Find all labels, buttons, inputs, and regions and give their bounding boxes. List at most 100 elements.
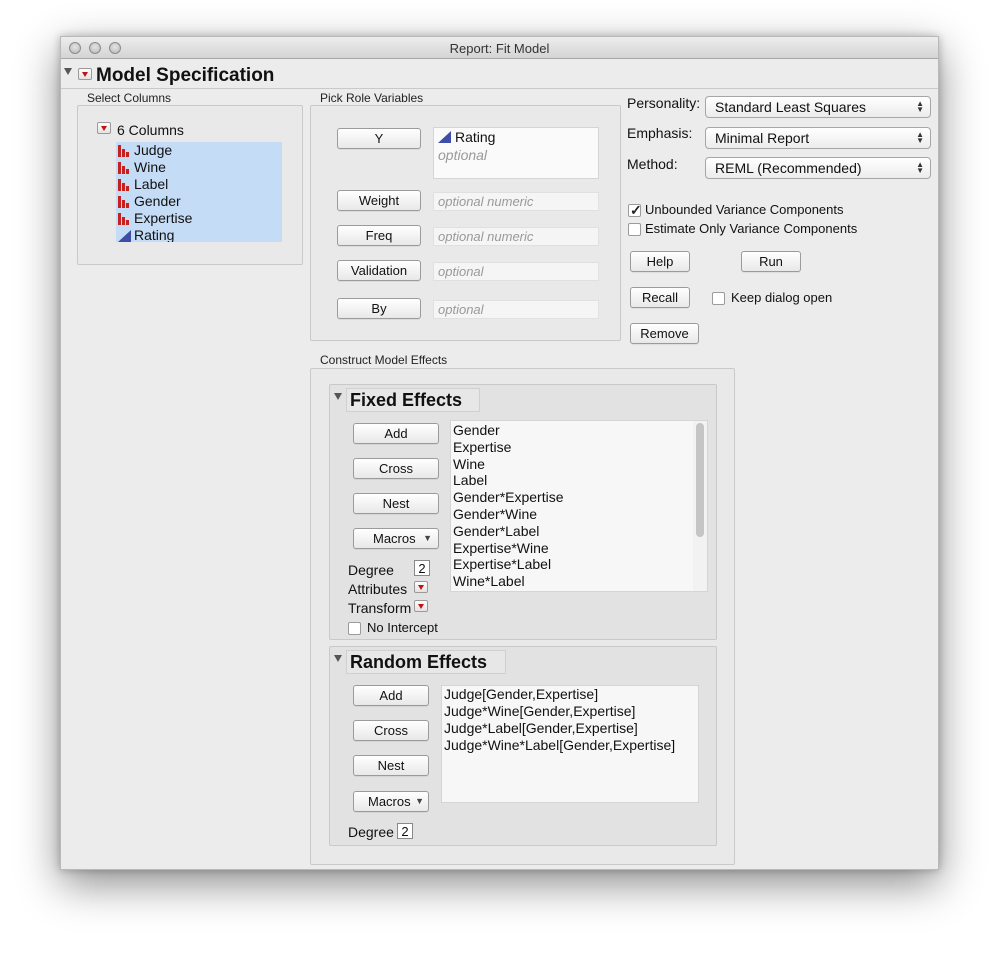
fixed-macros-button[interactable]: Macros ▼ [353, 528, 439, 549]
help-button[interactable]: Help [630, 251, 690, 272]
fixed-nest-button[interactable]: Nest [353, 493, 439, 514]
unbounded-variance-label: Unbounded Variance Components [645, 202, 844, 217]
column-item[interactable]: Expertise [116, 210, 282, 227]
effect-item[interactable]: Wine [453, 456, 691, 473]
recall-button[interactable]: Recall [630, 287, 690, 308]
effect-item[interactable]: Expertise*Wine [453, 540, 691, 557]
effect-item[interactable]: Expertise [453, 439, 691, 456]
validation-role-button[interactable]: Validation [337, 260, 421, 281]
construct-model-effects-label: Construct Model Effects [320, 353, 448, 367]
fixed-degree-field[interactable]: 2 [414, 560, 430, 576]
window-title: Report: Fit Model [449, 41, 550, 56]
random-effects-panel: Random Effects Add Cross Nest Macros ▼ D… [329, 646, 717, 846]
random-nest-button[interactable]: Nest [353, 755, 429, 776]
transform-red-triangle-icon[interactable] [414, 600, 428, 612]
column-item[interactable]: Judge [116, 142, 282, 159]
column-item[interactable]: Label [116, 176, 282, 193]
nominal-icon [118, 162, 131, 174]
unbounded-variance-checkbox[interactable]: ✓ [628, 202, 642, 218]
scrollbar-thumb[interactable] [696, 423, 704, 537]
pick-role-variables-label: Pick Role Variables [320, 91, 424, 105]
attributes-red-triangle-icon[interactable] [414, 581, 428, 593]
freq-role-field[interactable]: optional numeric [433, 227, 599, 246]
method-select[interactable]: REML (Recommended) ▲ ▼ [705, 157, 931, 179]
estimate-only-label: Estimate Only Variance Components [645, 221, 858, 236]
column-list[interactable]: Judge Wine Label Gender Expertise Rating [116, 142, 282, 242]
disclosure-triangle-icon[interactable] [64, 68, 72, 75]
updown-arrows-icon: ▲ ▼ [916, 130, 924, 145]
column-item[interactable]: Rating [116, 227, 282, 242]
dropdown-arrow-icon: ▼ [423, 533, 432, 543]
personality-select[interactable]: Standard Least Squares ▲ ▼ [705, 96, 931, 118]
y-role-list[interactable]: Rating optional [433, 127, 599, 179]
y-role-button[interactable]: Y [337, 128, 421, 149]
effect-item[interactable]: Judge[Gender,Expertise] [444, 686, 694, 703]
column-item[interactable]: Wine [116, 159, 282, 176]
nominal-icon [118, 196, 131, 208]
red-triangle-menu-icon[interactable] [78, 68, 92, 80]
fixed-macros-label: Macros [373, 531, 416, 546]
emphasis-select[interactable]: Minimal Report ▲ ▼ [705, 127, 931, 149]
by-role-field[interactable]: optional [433, 300, 599, 319]
title-bar: Report: Fit Model [61, 37, 938, 59]
column-name: Label [134, 176, 169, 192]
random-add-button[interactable]: Add [353, 685, 429, 706]
nominal-icon [118, 179, 131, 191]
no-intercept-label: No Intercept [367, 620, 438, 635]
disclosure-triangle-icon[interactable] [334, 393, 342, 400]
random-effects-list[interactable]: Judge[Gender,Expertise] Judge*Wine[Gender… [441, 685, 699, 803]
keep-dialog-open-label: Keep dialog open [731, 290, 833, 305]
column-name: Rating [134, 227, 175, 242]
effect-item[interactable]: Label [453, 472, 691, 489]
fixed-effects-scrollbar[interactable] [693, 421, 707, 591]
effect-item[interactable]: Judge*Label[Gender,Expertise] [444, 720, 694, 737]
fit-model-window: Report: Fit Model Model Specification Se… [60, 36, 939, 870]
updown-arrows-icon: ▲ ▼ [916, 99, 924, 114]
method-label: Method: [627, 156, 678, 172]
fixed-cross-button[interactable]: Cross [353, 458, 439, 479]
random-effects-items: Judge[Gender,Expertise] Judge*Wine[Gender… [444, 686, 694, 754]
keep-dialog-open-checkbox[interactable] [712, 292, 725, 305]
y-role-hint: optional [438, 147, 488, 163]
estimate-only-checkbox[interactable] [628, 223, 641, 236]
emphasis-value: Minimal Report [715, 130, 810, 146]
effect-item[interactable]: Expertise*Label [453, 556, 691, 573]
select-columns-label: Select Columns [87, 91, 172, 105]
dropdown-arrow-icon: ▼ [415, 796, 424, 806]
fixed-add-button[interactable]: Add [353, 423, 439, 444]
disclosure-triangle-icon[interactable] [334, 655, 342, 662]
column-item[interactable]: Gender [116, 193, 282, 210]
model-specification-title: Model Specification [96, 65, 275, 86]
weight-role-button[interactable]: Weight [337, 190, 421, 211]
weight-role-field[interactable]: optional numeric [433, 192, 599, 211]
method-value: REML (Recommended) [715, 160, 862, 176]
pick-role-panel: Y Rating optional Weight optional numeri… [310, 105, 621, 341]
effect-item[interactable]: Gender*Expertise [453, 489, 691, 506]
validation-role-field[interactable]: optional [433, 262, 599, 281]
attributes-label: Attributes [348, 581, 408, 597]
by-role-button[interactable]: By [337, 298, 421, 319]
no-intercept-checkbox[interactable] [348, 622, 361, 635]
effect-item[interactable]: Judge*Wine*Label[Gender,Expertise] [444, 737, 694, 754]
random-macros-button[interactable]: Macros ▼ [353, 791, 429, 812]
random-degree-field[interactable]: 2 [397, 823, 413, 839]
header-divider [61, 88, 938, 89]
remove-button[interactable]: Remove [630, 323, 699, 344]
effect-item[interactable]: Wine*Label [453, 573, 691, 590]
emphasis-label: Emphasis: [627, 125, 693, 141]
effect-item[interactable]: Judge*Wine[Gender,Expertise] [444, 703, 694, 720]
fixed-effects-list[interactable]: Gender Expertise Wine Label Gender*Expertise… [450, 420, 708, 592]
personality-label: Personality: [627, 95, 701, 111]
run-button[interactable]: Run [741, 251, 801, 272]
fixed-effects-title: Fixed Effects [346, 388, 480, 412]
random-cross-button[interactable]: Cross [353, 720, 429, 741]
y-role-value: Rating [455, 129, 496, 145]
effect-item[interactable]: Gender*Label [453, 523, 691, 540]
random-effects-title: Random Effects [346, 650, 506, 674]
effect-item[interactable]: Gender [453, 422, 691, 439]
freq-role-button[interactable]: Freq [337, 225, 421, 246]
column-name: Judge [134, 142, 173, 158]
columns-red-triangle-icon[interactable] [97, 122, 111, 134]
effect-item[interactable]: Gender*Wine [453, 506, 691, 523]
select-columns-panel: 6 Columns Judge Wine Label Gender Expertise R… [77, 105, 303, 265]
